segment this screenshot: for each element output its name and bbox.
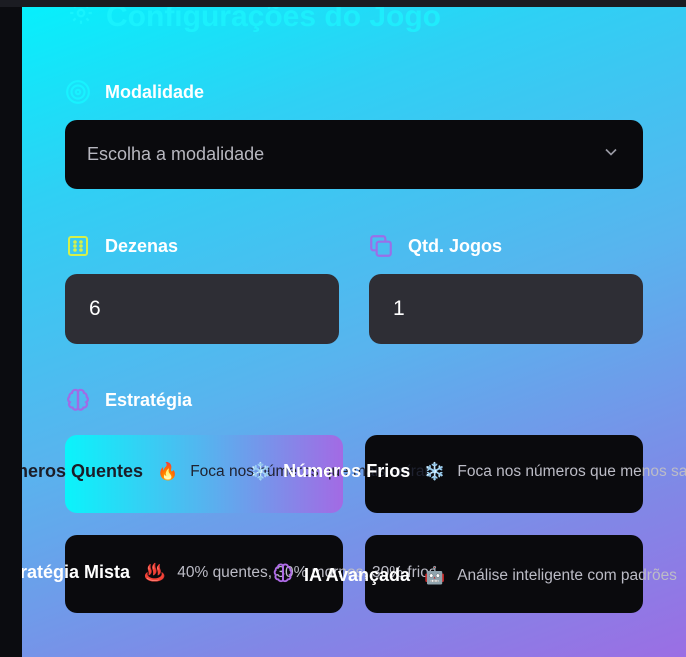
copy-icon: [368, 233, 394, 259]
brain-icon-small: [272, 562, 294, 589]
game-settings-panel: Configurações do Jogo Modalidade Escolha…: [22, 7, 686, 657]
strategy-option-description: Foca nos números que menos saíram: [457, 462, 686, 480]
strategy-option-description: Análise inteligente com padrões: [457, 566, 677, 584]
fire-icon: 🔥: [157, 461, 179, 481]
page-title-text: Configurações do Jogo: [106, 7, 442, 33]
estrategia-label: Estratégia: [65, 385, 192, 415]
dezenas-input[interactable]: 6: [65, 274, 339, 344]
modalidade-select[interactable]: Escolha a modalidade: [65, 120, 643, 189]
dezenas-label: Dezenas: [65, 231, 178, 261]
robot-icon: 🤖: [424, 565, 446, 585]
brain-icon: [65, 387, 91, 413]
dice-icon: [65, 233, 91, 259]
window-top-bar: [0, 0, 686, 7]
snowflake-icon: ❄️: [250, 461, 272, 481]
chevron-down-icon: [601, 142, 621, 167]
strategy-option-name: Números Quentes: [22, 461, 144, 481]
snowflake-icon-2: ❄️: [424, 461, 446, 481]
strategy-option-name: IA Avançada: [304, 565, 411, 585]
hot-springs-icon: ♨️: [144, 562, 166, 582]
left-rail: [0, 7, 22, 657]
modalidade-select-value: Escolha a modalidade: [87, 144, 265, 164]
strategy-option-ai-content: IA Avançada 🤖 Análise inteligente com pa…: [272, 562, 677, 589]
strategy-option-cold-content: ❄️ Números Frios ❄️ Foca nos números que…: [250, 461, 686, 482]
modalidade-label: Modalidade: [65, 77, 204, 107]
page-title: Configurações do Jogo: [68, 7, 441, 37]
strategy-option-name: Estratégia Mista: [22, 562, 131, 582]
jogos-input[interactable]: 1: [369, 274, 643, 344]
gear-icon: [68, 7, 94, 34]
strategy-option-name: Números Frios: [283, 461, 411, 481]
target-icon: [65, 79, 91, 105]
jogos-label: Qtd. Jogos: [368, 231, 502, 261]
